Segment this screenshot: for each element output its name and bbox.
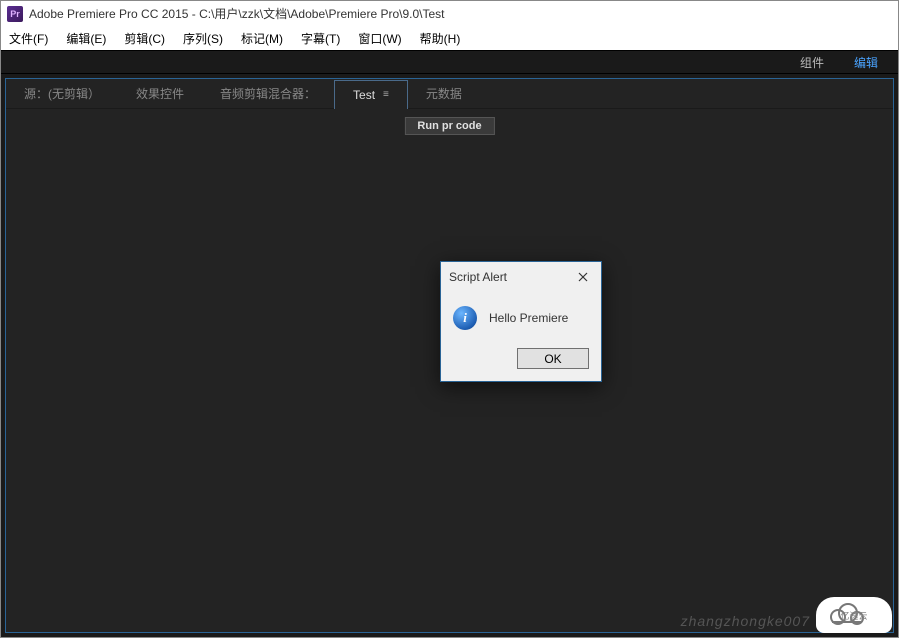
watermark-logo: 亿速云 bbox=[816, 597, 892, 633]
dialog-message: Hello Premiere bbox=[489, 311, 568, 325]
panel-tab-label: Test bbox=[353, 88, 375, 102]
menu-edit[interactable]: 编辑(E) bbox=[66, 30, 106, 47]
workspace-tab-assembly[interactable]: 组件 bbox=[800, 54, 824, 71]
window-title: Adobe Premiere Pro CC 2015 - C:\用户\zzk\文… bbox=[29, 5, 445, 22]
menu-title[interactable]: 字幕(T) bbox=[301, 30, 340, 47]
menu-clip[interactable]: 剪辑(C) bbox=[124, 30, 165, 47]
menu-sequence[interactable]: 序列(S) bbox=[183, 30, 223, 47]
panel-tab-metadata[interactable]: 元数据 bbox=[408, 79, 480, 108]
panel-tab-label: 元数据 bbox=[426, 85, 462, 102]
watermark-text: zhangzhongke007 bbox=[681, 613, 810, 629]
menu-bar: 文件(F) 编辑(E) 剪辑(C) 序列(S) 标记(M) 字幕(T) 窗口(W… bbox=[1, 26, 898, 50]
panel-tab-test[interactable]: Test ≡ bbox=[334, 80, 408, 109]
app-icon: Pr bbox=[7, 6, 23, 22]
workspace-tab-editing[interactable]: 编辑 bbox=[854, 54, 878, 71]
menu-window[interactable]: 窗口(W) bbox=[358, 30, 401, 47]
panel-tabs: 源：(无剪辑） 效果控件 音频剪辑混合器： Test ≡ 元数据 bbox=[6, 79, 893, 109]
dialog-close-button[interactable] bbox=[573, 267, 593, 287]
dialog-title-bar[interactable]: Script Alert bbox=[441, 262, 601, 292]
dialog-title-text: Script Alert bbox=[449, 270, 507, 284]
panel-tab-label: 音频剪辑混合器： bbox=[220, 85, 316, 102]
panel-menu-icon[interactable]: ≡ bbox=[383, 89, 389, 100]
title-bar: Pr Adobe Premiere Pro CC 2015 - C:\用户\zz… bbox=[1, 1, 898, 26]
dialog-footer: OK bbox=[441, 340, 601, 381]
menu-file[interactable]: 文件(F) bbox=[9, 30, 48, 47]
cloud-icon: 亿速云 bbox=[824, 601, 884, 629]
panel-tab-effects[interactable]: 效果控件 bbox=[118, 79, 202, 108]
app-icon-text: Pr bbox=[10, 9, 20, 19]
menu-marker[interactable]: 标记(M) bbox=[241, 30, 283, 47]
run-code-button[interactable]: Run pr code bbox=[404, 117, 494, 135]
script-alert-dialog: Script Alert i Hello Premiere OK bbox=[440, 261, 602, 382]
info-icon: i bbox=[453, 306, 477, 330]
dialog-body: i Hello Premiere bbox=[441, 292, 601, 340]
ok-button[interactable]: OK bbox=[517, 348, 589, 369]
close-icon bbox=[578, 272, 588, 282]
panel-tab-audiomixer[interactable]: 音频剪辑混合器： bbox=[202, 79, 334, 108]
panel-tab-source[interactable]: 源：(无剪辑） bbox=[6, 79, 118, 108]
panel-tab-label: 效果控件 bbox=[136, 85, 184, 102]
workspace-tabs: 组件 编辑 bbox=[1, 50, 898, 74]
panel-tab-label: 源：(无剪辑） bbox=[24, 85, 100, 102]
app-window: Pr Adobe Premiere Pro CC 2015 - C:\用户\zz… bbox=[0, 0, 899, 638]
logo-text: 亿速云 bbox=[840, 610, 867, 621]
menu-help[interactable]: 帮助(H) bbox=[420, 30, 461, 47]
